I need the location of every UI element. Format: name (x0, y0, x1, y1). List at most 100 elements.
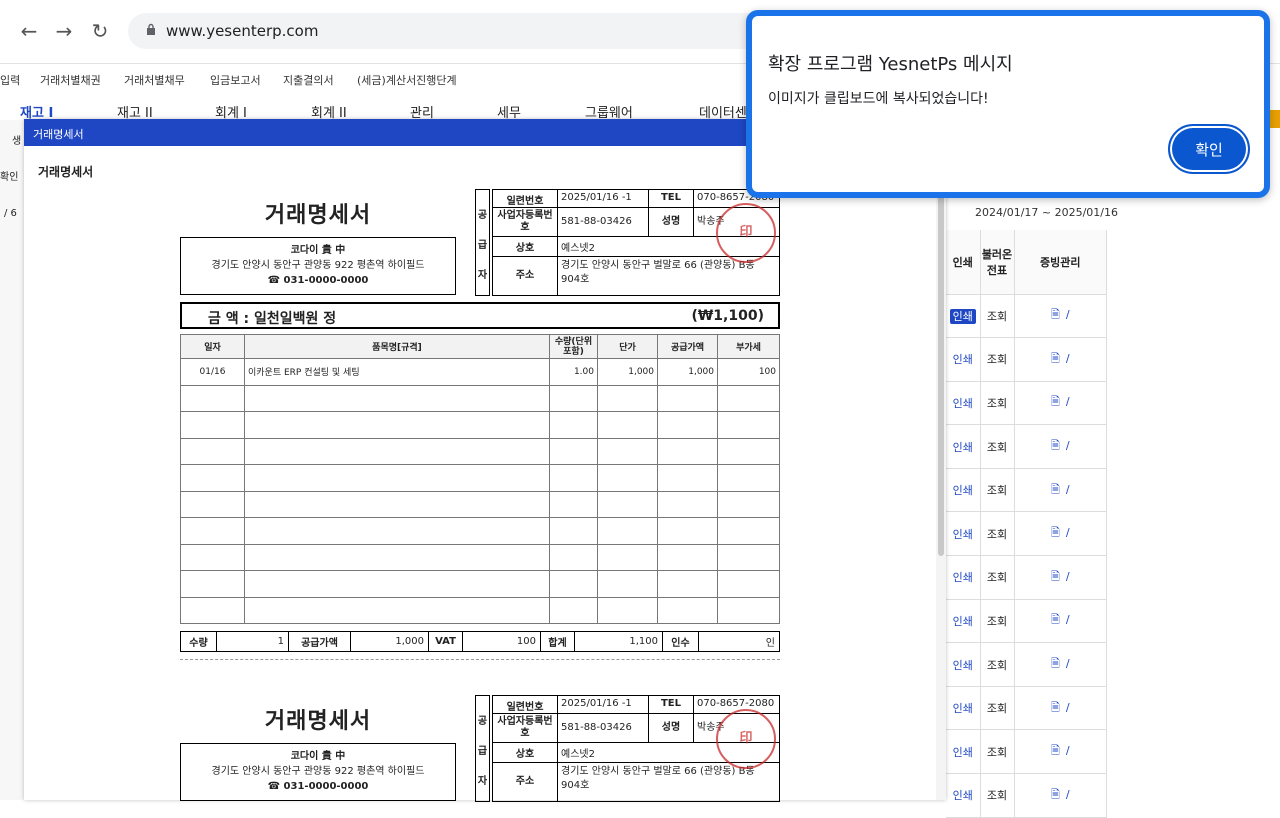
view-link[interactable]: 조회 (980, 468, 1015, 513)
view-label[interactable]: 조회 (987, 310, 1007, 323)
edit-pencil-icon[interactable]: ∕ (1066, 483, 1070, 496)
top-menu-item[interactable]: 입력 (0, 72, 20, 88)
print-label[interactable]: 인쇄 (953, 615, 973, 628)
print-label[interactable]: 인쇄 (953, 571, 973, 584)
view-link[interactable]: 조회 (980, 294, 1015, 339)
document-icon[interactable]: 🗎 (1051, 568, 1060, 587)
top-menu-item[interactable]: 입금보고서 (210, 72, 261, 88)
edit-pencil-icon[interactable]: ∕ (1066, 395, 1070, 408)
view-label[interactable]: 조회 (987, 571, 1007, 584)
print-label[interactable]: 인쇄 (953, 659, 973, 672)
print-label[interactable]: 인쇄 (953, 441, 973, 454)
view-label[interactable]: 조회 (987, 659, 1007, 672)
edit-pencil-icon[interactable]: ∕ (1066, 526, 1070, 539)
document-icon[interactable]: 🗎 (1051, 350, 1060, 369)
print-link[interactable]: 인쇄 (946, 468, 981, 513)
document-icon[interactable]: 🗎 (1051, 742, 1060, 761)
ok-button[interactable]: 확인 (1168, 124, 1250, 174)
statement-title: 거래명세서 (264, 709, 372, 734)
print-label[interactable]: 인쇄 (953, 702, 973, 715)
top-menu-item[interactable]: 지출결의서 (283, 72, 334, 88)
empty-cell (597, 570, 658, 598)
edit-pencil-icon[interactable]: ∕ (1066, 744, 1070, 757)
print-label[interactable]: 인쇄 (953, 397, 973, 410)
document-icon[interactable]: 🗎 (1051, 481, 1060, 500)
document-icon[interactable]: 🗎 (1051, 611, 1060, 630)
evidence-cell: 🗎 ∕ (1014, 468, 1107, 513)
view-label[interactable]: 조회 (987, 353, 1007, 366)
empty-cell (549, 490, 598, 518)
print-link[interactable]: 인쇄 (946, 337, 981, 382)
print-label[interactable]: 인쇄 (949, 308, 976, 324)
print-link[interactable]: 인쇄 (946, 599, 981, 644)
print-link[interactable]: 인쇄 (946, 642, 981, 687)
view-label[interactable]: 조회 (987, 441, 1007, 454)
print-link[interactable]: 인쇄 (946, 555, 981, 600)
view-link[interactable]: 조회 (980, 642, 1015, 687)
edit-pencil-icon[interactable]: ∕ (1066, 613, 1070, 626)
print-label[interactable]: 인쇄 (953, 789, 973, 802)
view-label[interactable]: 조회 (987, 484, 1007, 497)
document-icon[interactable]: 🗎 (1051, 437, 1060, 456)
print-link[interactable]: 인쇄 (946, 294, 981, 339)
document-icon[interactable]: 🗎 (1051, 306, 1060, 325)
print-link[interactable]: 인쇄 (946, 511, 981, 557)
print-label[interactable]: 인쇄 (953, 528, 973, 541)
document-icon[interactable]: 🗎 (1051, 655, 1060, 674)
edit-pencil-icon[interactable]: ∕ (1066, 570, 1070, 583)
view-link[interactable]: 조회 (980, 424, 1015, 469)
edit-pencil-icon[interactable]: ∕ (1066, 657, 1070, 670)
forward-arrow-icon[interactable]: → (51, 18, 77, 44)
view-link[interactable]: 조회 (980, 773, 1015, 818)
scroll-thumb[interactable] (938, 146, 944, 556)
edit-pencil-icon[interactable]: ∕ (1066, 701, 1070, 714)
document-icon[interactable]: 🗎 (1051, 699, 1060, 718)
print-link[interactable]: 인쇄 (946, 773, 981, 818)
print-link[interactable]: 인쇄 (946, 729, 981, 775)
view-link[interactable]: 조회 (980, 511, 1015, 557)
empty-cell (717, 411, 780, 439)
modal-scrollbar[interactable] (936, 146, 946, 800)
edit-pencil-icon[interactable]: ∕ (1066, 788, 1070, 801)
empty-cell (549, 543, 598, 571)
view-link[interactable]: 조회 (980, 729, 1015, 775)
empty-cell (244, 490, 550, 518)
edit-pencil-icon[interactable]: ∕ (1066, 352, 1070, 365)
print-label[interactable]: 인쇄 (953, 484, 973, 497)
document-icon[interactable]: 🗎 (1051, 393, 1060, 412)
left-strip-button[interactable]: 확인 (0, 168, 18, 183)
item-row (180, 517, 780, 545)
view-link[interactable]: 조회 (980, 599, 1015, 644)
reload-icon[interactable]: ↻ (87, 18, 113, 44)
view-link[interactable]: 조회 (980, 555, 1015, 600)
empty-cell (597, 490, 658, 518)
edit-pencil-icon[interactable]: ∕ (1066, 308, 1070, 321)
view-label[interactable]: 조회 (987, 615, 1007, 628)
view-label[interactable]: 조회 (987, 789, 1007, 802)
view-link[interactable]: 조회 (980, 381, 1015, 426)
voucher-row: 인쇄 조회 🗎 ∕ (946, 381, 1107, 426)
address-bar[interactable]: www.yesenterp.com (128, 13, 768, 49)
top-menu-item[interactable]: (세금)계산서진행단계 (357, 72, 457, 88)
empty-cell (549, 437, 598, 465)
view-label[interactable]: 조회 (987, 746, 1007, 759)
view-label[interactable]: 조회 (987, 397, 1007, 410)
document-icon[interactable]: 🗎 (1051, 786, 1060, 805)
edit-pencil-icon[interactable]: ∕ (1066, 439, 1070, 452)
empty-cell (657, 517, 718, 545)
print-label[interactable]: 인쇄 (953, 353, 973, 366)
top-menu-item[interactable]: 거래처별채권 (40, 72, 101, 88)
empty-cell (657, 543, 718, 571)
print-label[interactable]: 인쇄 (953, 746, 973, 759)
print-link[interactable]: 인쇄 (946, 686, 981, 731)
document-icon[interactable]: 🗎 (1051, 524, 1060, 543)
view-link[interactable]: 조회 (980, 337, 1015, 382)
view-label[interactable]: 조회 (987, 528, 1007, 541)
print-link[interactable]: 인쇄 (946, 381, 981, 426)
view-link[interactable]: 조회 (980, 686, 1015, 731)
back-arrow-icon[interactable]: ← (16, 18, 42, 44)
view-label[interactable]: 조회 (987, 702, 1007, 715)
print-link[interactable]: 인쇄 (946, 424, 981, 469)
evidence-cell: 🗎 ∕ (1014, 424, 1107, 469)
top-menu-item[interactable]: 거래처별채무 (124, 72, 185, 88)
